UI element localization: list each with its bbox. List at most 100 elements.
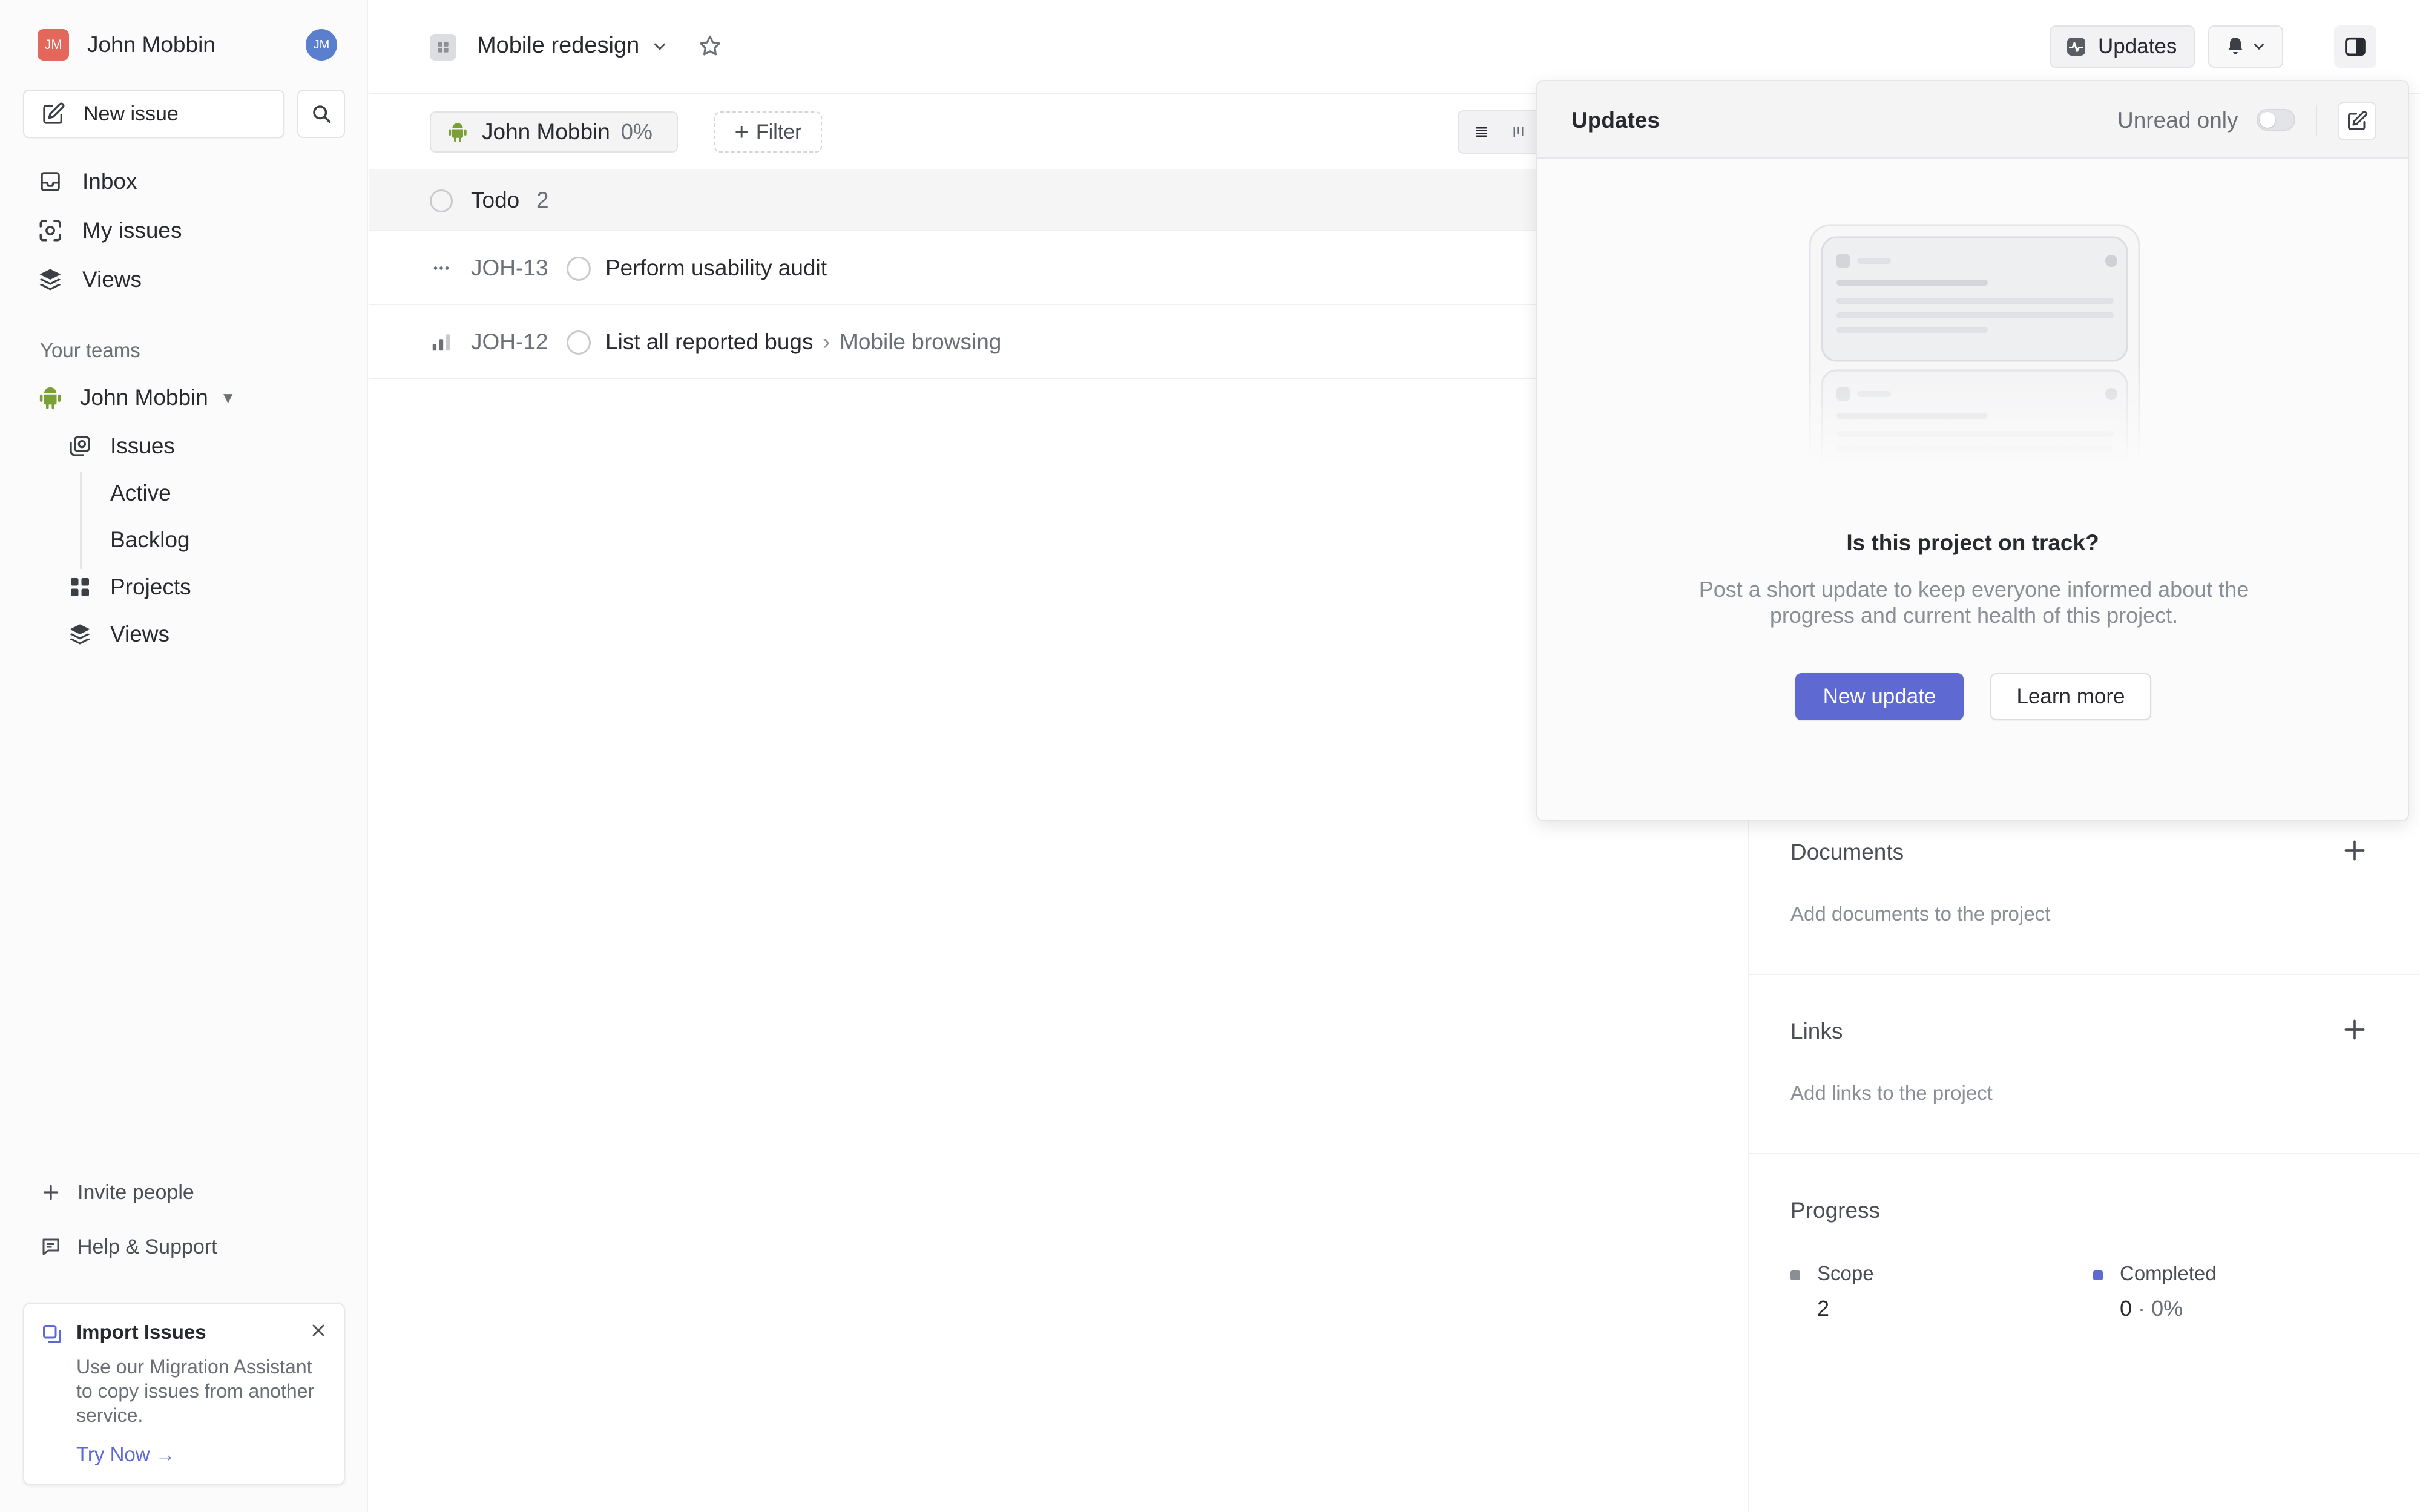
sidebar-item-my-issues[interactable]: My issues: [38, 212, 340, 249]
completed-value: 0 · 0%: [2120, 1296, 2183, 1321]
group-label: Todo: [471, 188, 520, 212]
notifications-button[interactable]: [2208, 25, 2283, 68]
workspace-name: John Mobbin: [87, 32, 215, 57]
sidebar: JM John Mobbin JM New issue Inbox My iss…: [0, 0, 368, 1512]
new-issue-button[interactable]: New issue: [23, 90, 284, 138]
view-switcher[interactable]: [1458, 110, 1548, 154]
chevron-down-icon[interactable]: [651, 38, 669, 56]
try-now-link[interactable]: Try Now →: [76, 1443, 176, 1466]
import-icon: [43, 1325, 61, 1343]
empty-state-illustration: [1809, 224, 2140, 466]
projects-grid-icon: [71, 578, 89, 596]
completed-separator: ·: [2138, 1296, 2146, 1321]
sidebar-item-label: Backlog: [110, 527, 190, 552]
breadcrumb-separator: ›: [823, 329, 830, 354]
chat-icon: [42, 1238, 59, 1255]
issue-title: Perform usability audit: [605, 255, 827, 280]
sidebar-item-label: My issues: [82, 218, 182, 243]
add-link-icon[interactable]: [2341, 1016, 2368, 1043]
help-support-label: Help & Support: [77, 1235, 217, 1258]
inbox-icon: [41, 172, 60, 191]
parent-issue-title[interactable]: Mobile browsing: [840, 329, 1001, 355]
compose-icon: [43, 102, 65, 124]
scope-legend-swatch: [1790, 1270, 1800, 1280]
invite-people-label: Invite people: [77, 1180, 194, 1204]
status-icon[interactable]: [567, 330, 591, 355]
documents-title: Documents: [1790, 840, 1904, 864]
unread-only-toggle[interactable]: [2257, 109, 2295, 131]
workspace-switcher[interactable]: JM John Mobbin: [38, 29, 340, 61]
android-icon: [449, 123, 467, 142]
help-support-button[interactable]: Help & Support: [40, 1230, 343, 1264]
updates-label: Updates: [2098, 35, 2177, 58]
layers-icon: [39, 269, 61, 291]
search-icon: [312, 105, 330, 123]
details-panel-toggle[interactable]: [2334, 25, 2376, 68]
sidebar-item-backlog[interactable]: Backlog: [110, 522, 383, 558]
sidebar-item-active[interactable]: Active: [110, 475, 383, 511]
unread-only-label: Unread only: [2117, 108, 2238, 133]
sidebar-item-label: Projects: [110, 574, 191, 599]
import-issues-card: Import Issues Use our Migration Assistan…: [23, 1303, 345, 1485]
issue-id: JOH-13: [471, 255, 548, 280]
links-hint: Add links to the project: [1790, 1082, 1993, 1104]
import-card-description: Use our Migration Assistant to copy issu…: [76, 1356, 315, 1426]
sidebar-item-label: Inbox: [82, 169, 137, 194]
no-priority-icon[interactable]: [430, 257, 453, 280]
new-update-button[interactable]: New update: [1795, 673, 1964, 720]
close-icon[interactable]: [306, 1318, 330, 1343]
tree-line: [80, 472, 82, 569]
sidebar-item-inbox[interactable]: Inbox: [38, 163, 340, 200]
caret-down-icon: ▼: [220, 388, 236, 407]
completed-count: 0: [2120, 1296, 2132, 1321]
todo-status-icon: [430, 189, 453, 212]
updates-popover: Updates Unread only Is this project on t…: [1536, 80, 2409, 821]
invite-people-button[interactable]: Invite people: [40, 1175, 343, 1209]
project-lead-chip[interactable]: John Mobbin 0%: [430, 111, 678, 153]
list-view-icon[interactable]: [1473, 121, 1490, 143]
empty-state-title: Is this project on track?: [1846, 530, 2099, 555]
status-icon[interactable]: [567, 257, 591, 281]
sidebar-item-label: Views: [110, 622, 170, 646]
team-john-mobbin[interactable]: John Mobbin ▼: [38, 380, 340, 416]
issue-title: List all reported bugs: [605, 329, 814, 354]
completed-legend-swatch: [2093, 1270, 2103, 1280]
learn-more-button[interactable]: Learn more: [1990, 673, 2151, 720]
android-icon: [39, 387, 61, 409]
completed-percent: 0%: [2151, 1296, 2183, 1321]
sidebar-item-label: Active: [110, 481, 171, 505]
team-name: John Mobbin: [80, 385, 208, 410]
add-document-icon[interactable]: [2341, 837, 2368, 864]
issues-icon: [70, 436, 90, 456]
documents-hint: Add documents to the project: [1790, 902, 2051, 925]
scope-label: Scope: [1817, 1262, 1874, 1284]
sidebar-item-projects[interactable]: Projects: [68, 569, 340, 605]
medium-priority-icon[interactable]: [430, 330, 453, 353]
teams-section-label: Your teams: [40, 339, 140, 361]
chevron-down-icon: [2254, 44, 2264, 50]
plus-icon: +: [734, 119, 749, 145]
sidebar-item-label: Views: [82, 267, 142, 292]
page-title[interactable]: Mobile redesign: [477, 33, 639, 59]
filter-label: Filter: [755, 120, 802, 143]
new-update-icon-button[interactable]: [2338, 102, 2376, 140]
links-section: Links Add links to the project: [1749, 975, 2420, 1154]
links-title: Links: [1790, 1019, 1843, 1044]
avatar[interactable]: JM: [306, 29, 337, 61]
pulse-icon: [2067, 38, 2085, 56]
star-icon[interactable]: [697, 33, 723, 59]
layers-icon: [70, 624, 90, 645]
divider: [2316, 105, 2317, 136]
group-count: 2: [536, 188, 549, 212]
sidebar-item-issues[interactable]: Issues: [68, 428, 340, 464]
updates-button[interactable]: Updates: [2050, 25, 2195, 68]
filter-button[interactable]: + Filter: [714, 111, 822, 153]
lead-name: John Mobbin: [482, 119, 610, 144]
my-issues-icon: [39, 220, 61, 242]
sidebar-item-team-views[interactable]: Views: [68, 616, 340, 652]
search-button[interactable]: [297, 90, 345, 138]
sidebar-item-views[interactable]: Views: [38, 261, 340, 298]
progress-section: Progress Scope 2 Completed 0 · 0%: [1749, 1154, 2420, 1396]
board-view-icon[interactable]: [1510, 121, 1527, 143]
issue-id: JOH-12: [471, 329, 548, 354]
